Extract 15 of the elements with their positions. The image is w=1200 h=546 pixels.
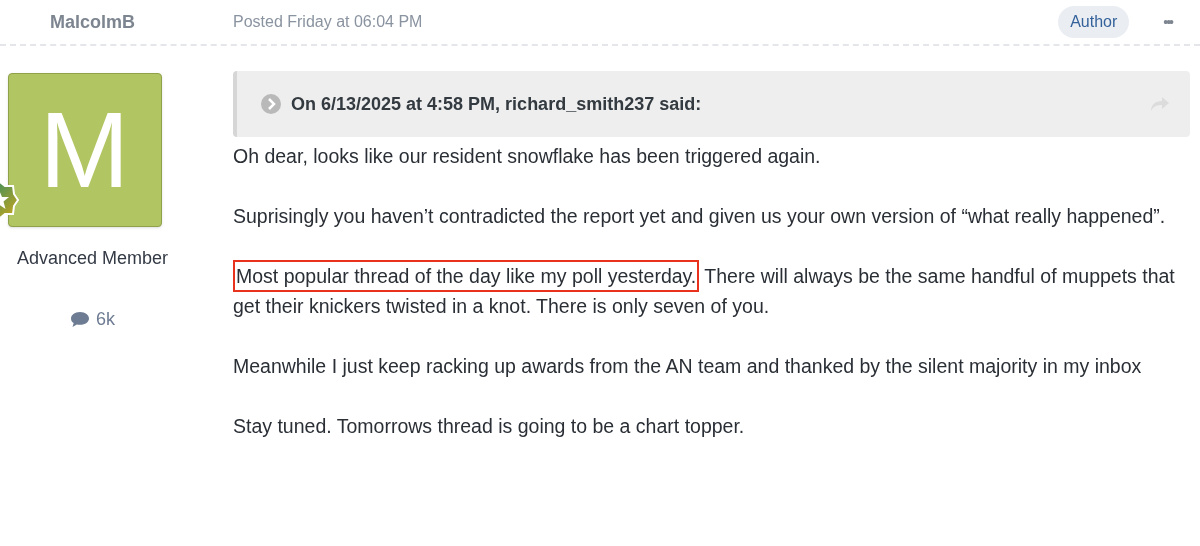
- chevron-circle-icon: [261, 94, 281, 114]
- post-count: 6k: [96, 308, 115, 331]
- post-paragraph: Oh dear, looks like our resident snowflake has been triggered again.: [233, 144, 822, 169]
- author-badge: Author: [1058, 6, 1130, 38]
- avatar[interactable]: M: [7, 73, 162, 227]
- post-paragraph: Most popular thread of the day like my poll yesterday. There will always be the same handful of muppets that get their knickers twisted in a knot. There is only seven of you.: [233, 261, 1190, 321]
- post-paragraph: Suprisingly you haven’t contradicted the report yet and given us your own version of “what really happened”.: [233, 204, 1167, 229]
- comment-icon: [70, 310, 90, 329]
- quote-citation: On 6/13/2025 at 4:58 PM, richard_smith237 said:: [291, 92, 702, 116]
- post-paragraph: Meanwhile I just keep racking up awards from the AN team and thanked by the silent majority in my inbox: [233, 354, 1143, 379]
- member-rank: Advanced Member: [16, 247, 169, 270]
- post-paragraph: Stay tuned. Tomorrows thread is going to be a chart topper.: [233, 414, 746, 439]
- more-options-button[interactable]: •••: [1163, 11, 1172, 33]
- post-date: Posted Friday at 06:04 PM: [233, 12, 423, 32]
- author-name[interactable]: MalcolmB: [50, 8, 135, 36]
